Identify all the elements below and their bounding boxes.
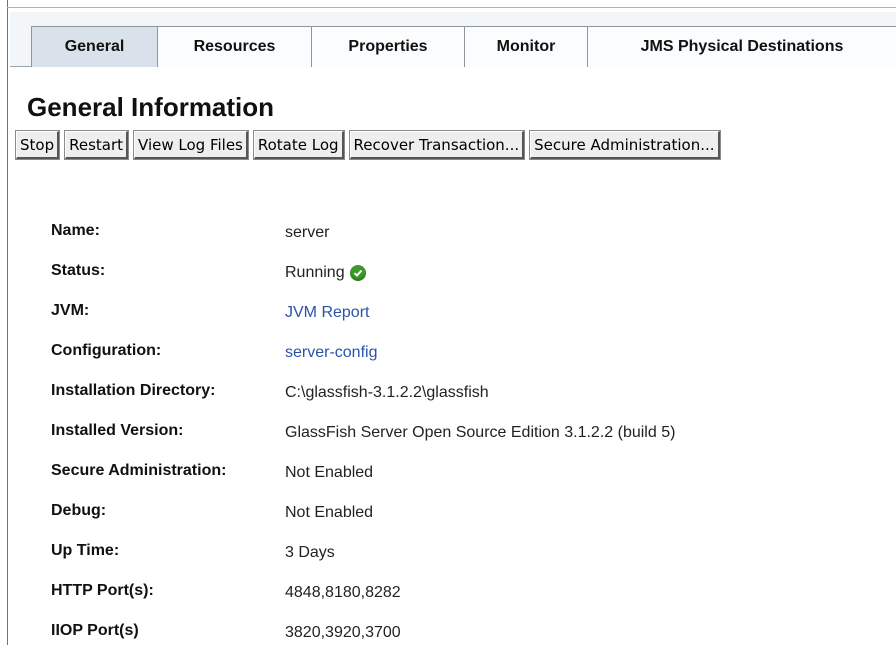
http-ports-label: HTTP Port(s): xyxy=(51,582,154,599)
secure-administration-button[interactable]: Secure Administration... xyxy=(529,130,721,160)
iiop-ports-value: 3820,3920,3700 xyxy=(285,624,401,641)
tab-bar: General Resources Properties Monitor JMS… xyxy=(10,12,896,67)
uptime-value: 3 Days xyxy=(285,544,335,561)
secure-admin-value: Not Enabled xyxy=(285,464,374,481)
iiop-ports-label: IIOP Port(s) xyxy=(51,622,139,639)
secure-admin-label: Secure Administration: xyxy=(51,462,227,479)
top-border xyxy=(7,7,896,8)
restart-button[interactable]: Restart xyxy=(64,130,130,160)
installed-version-label: Installed Version: xyxy=(51,422,184,439)
action-toolbar: Stop Restart View Log Files Rotate Log R… xyxy=(14,130,721,160)
name-value: server xyxy=(285,224,329,242)
status-label: Status: xyxy=(51,262,106,279)
rotate-log-button[interactable]: Rotate Log xyxy=(252,130,345,160)
uptime-label: Up Time: xyxy=(51,542,120,559)
http-ports-value: 4848,8180,8282 xyxy=(285,584,401,601)
name-label: Name: xyxy=(51,222,100,239)
jvm-label: JVM: xyxy=(51,302,90,319)
page-title: General Information xyxy=(27,92,275,122)
check-circle-icon xyxy=(349,265,366,281)
recover-transaction-button[interactable]: Recover Transaction... xyxy=(348,130,526,160)
install-dir-label: Installation Directory: xyxy=(51,382,216,399)
tab-properties[interactable]: Properties xyxy=(311,26,465,67)
configuration-label: Configuration: xyxy=(51,342,162,359)
name-text: server xyxy=(285,224,330,241)
tab-monitor[interactable]: Monitor xyxy=(464,26,588,67)
configuration-link[interactable]: server-config xyxy=(285,344,377,362)
debug-label: Debug: xyxy=(51,502,107,519)
tab-list: General Resources Properties Monitor JMS… xyxy=(31,26,896,67)
tab-resources[interactable]: Resources xyxy=(157,26,312,67)
installed-version-value: GlassFish Server Open Source Edition 3.1… xyxy=(285,424,676,441)
tab-general[interactable]: General xyxy=(31,26,158,67)
install-dir-value: C:\glassfish-3.1.2.2\glassfish xyxy=(285,384,489,401)
jvm-report-link[interactable]: JVM Report xyxy=(285,304,369,322)
debug-value: Not Enabled xyxy=(285,504,374,521)
status-value: Running xyxy=(285,264,366,282)
tab-jms-physical-destinations[interactable]: JMS Physical Destinations xyxy=(587,26,896,67)
status-text: Running xyxy=(285,264,345,281)
stop-button[interactable]: Stop xyxy=(14,130,61,160)
left-border xyxy=(7,0,8,645)
view-log-files-button[interactable]: View Log Files xyxy=(133,130,249,160)
